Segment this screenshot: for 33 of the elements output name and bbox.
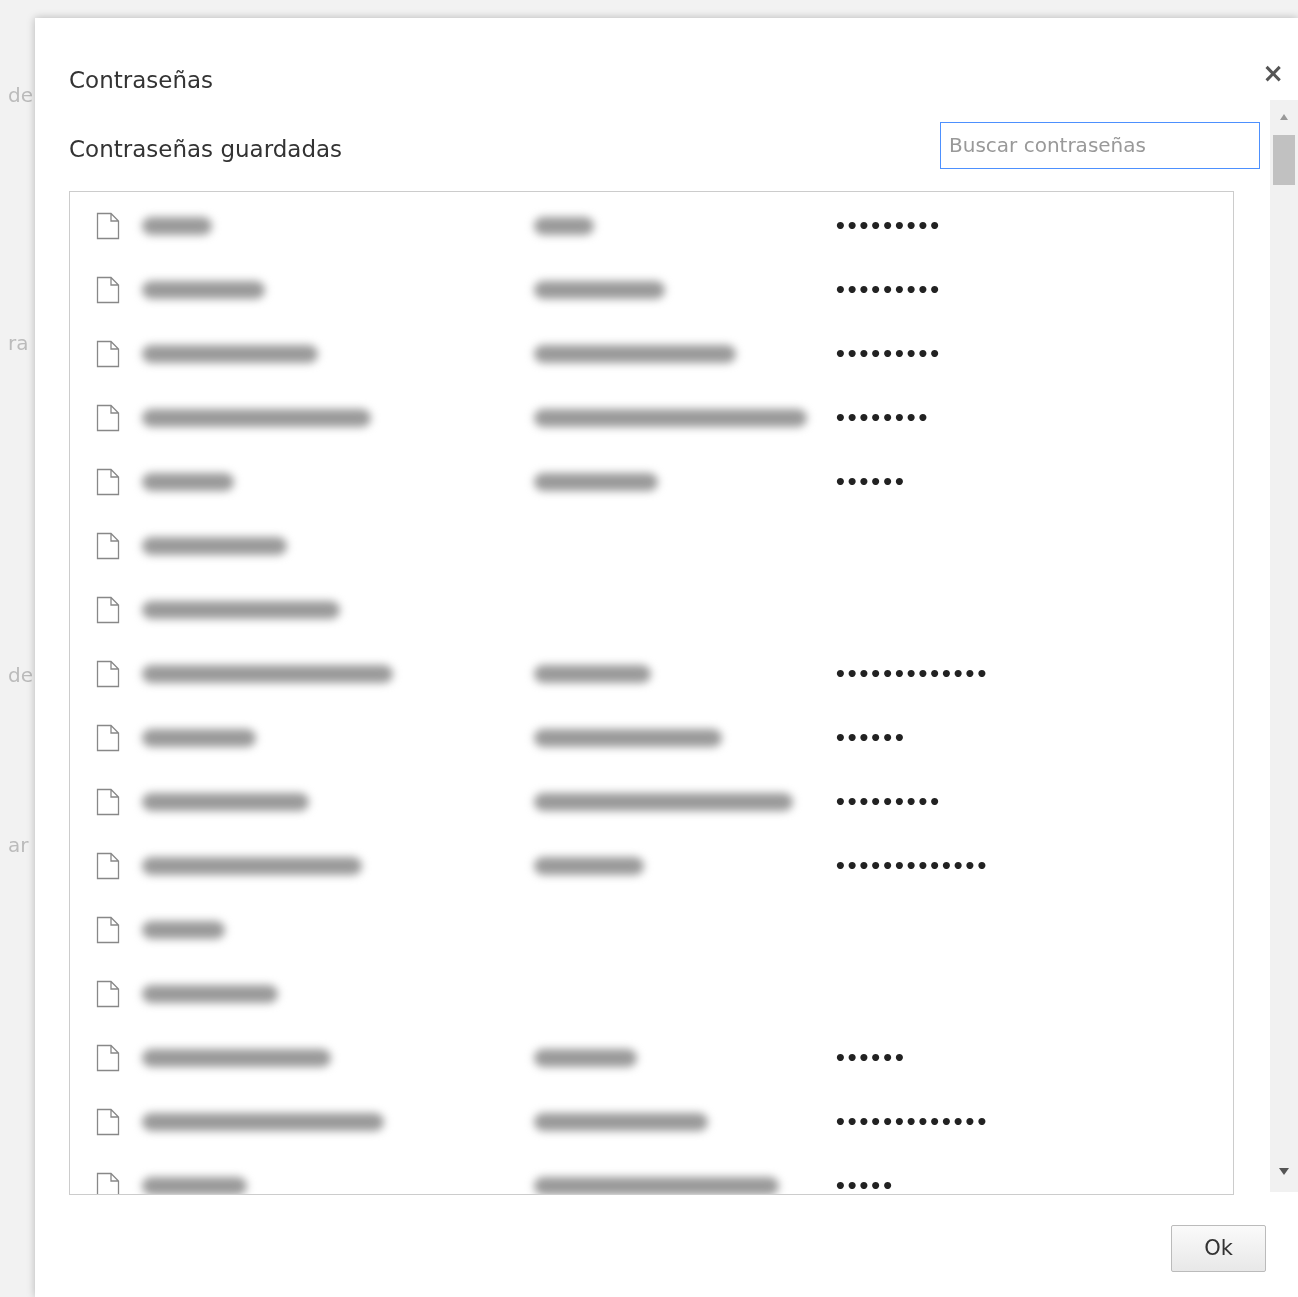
document-icon <box>96 1171 120 1194</box>
search-field[interactable]: Buscar contraseñas <box>940 121 1260 169</box>
document-icon <box>96 915 120 944</box>
document-icon <box>96 851 120 880</box>
document-icon <box>96 979 120 1008</box>
document-icon <box>96 1043 120 1072</box>
ok-button[interactable]: Ok <box>1171 1225 1266 1272</box>
password-mask: •••••• <box>834 468 905 496</box>
password-mask: ••••••••• <box>834 276 941 304</box>
password-mask: ••••• <box>834 1172 893 1194</box>
password-mask: ••••••••••••• <box>834 660 988 688</box>
document-icon <box>96 659 120 688</box>
document-icon <box>96 275 120 304</box>
document-icon <box>96 403 120 432</box>
password-mask: •••••• <box>834 724 905 752</box>
section-heading: Contraseñas guardadas <box>69 135 343 164</box>
password-mask: ••••••••••••• <box>834 852 988 880</box>
document-icon <box>96 595 120 624</box>
password-mask: •••••• <box>834 1044 905 1072</box>
password-mask: •••••••• <box>834 404 929 432</box>
dialog-title: Contraseñas <box>68 66 214 95</box>
document-icon <box>96 787 120 816</box>
password-mask: ••••••••• <box>834 788 941 816</box>
close-button[interactable]: × <box>1262 48 1284 98</box>
document-icon <box>96 339 120 368</box>
password-mask: ••••••••••••• <box>834 1108 988 1136</box>
document-icon <box>96 1107 120 1136</box>
document-icon <box>96 467 120 496</box>
document-icon <box>96 723 120 752</box>
password-mask: ••••••••• <box>834 212 941 240</box>
password-mask: ••••••••• <box>834 340 941 368</box>
document-icon <box>96 211 120 240</box>
document-icon <box>96 531 120 560</box>
